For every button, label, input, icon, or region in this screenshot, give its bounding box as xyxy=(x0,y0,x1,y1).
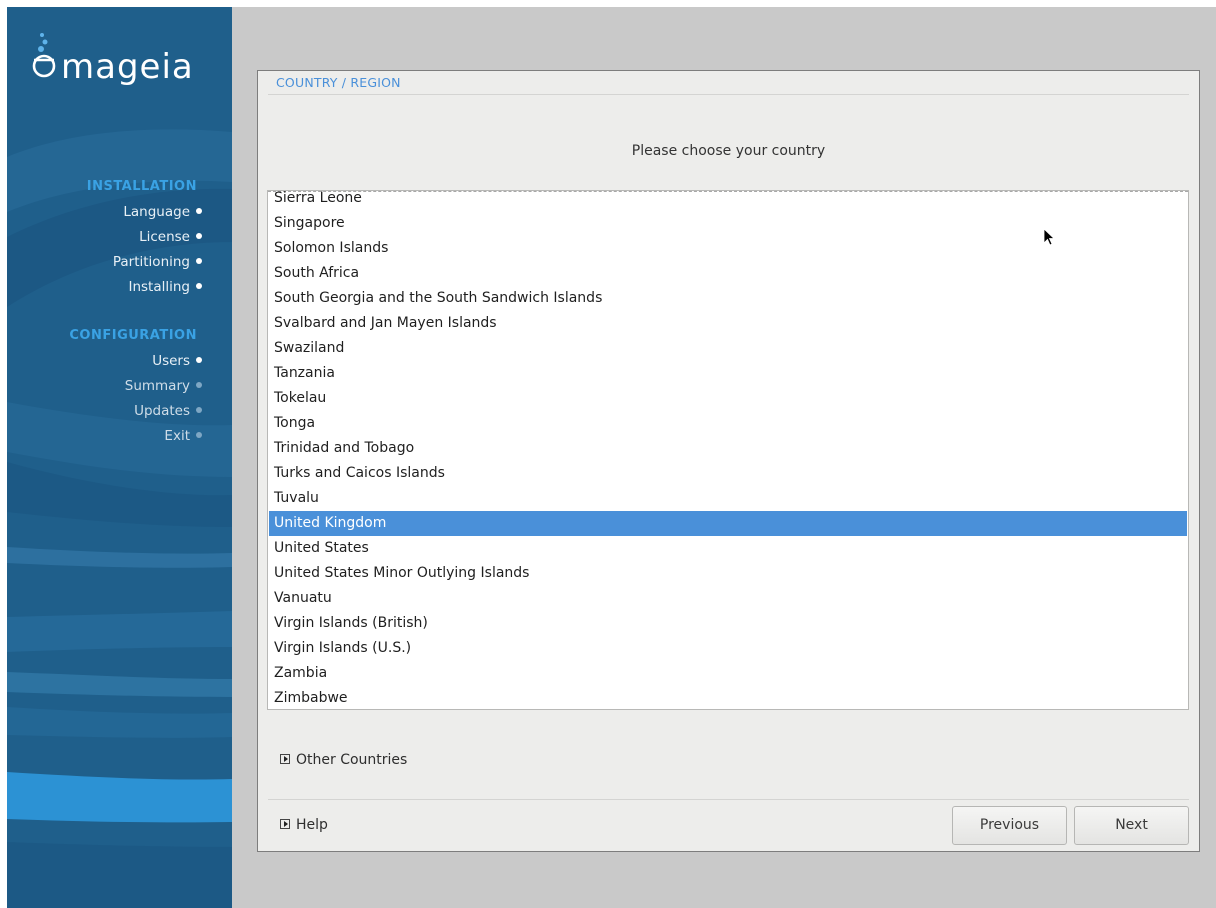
expand-arrow-icon xyxy=(280,819,290,829)
country-list-item[interactable]: Turks and Caicos Islands xyxy=(269,461,1187,486)
country-list-item[interactable]: United States Minor Outlying Islands xyxy=(269,561,1187,586)
country-list-item[interactable]: Vanuatu xyxy=(269,586,1187,611)
sidebar-section-configuration: CONFIGURATION xyxy=(69,328,197,343)
sidebar-item-license: License xyxy=(139,228,202,246)
step-pending-icon xyxy=(196,407,202,413)
country-list-item[interactable]: Tuvalu xyxy=(269,486,1187,511)
sidebar: mageia INSTALLATION Language License Par… xyxy=(7,7,232,908)
country-list-item[interactable]: Svalbard and Jan Mayen Islands xyxy=(269,311,1187,336)
help-label: Help xyxy=(296,817,328,833)
title-divider xyxy=(268,94,1189,95)
country-list-item[interactable]: Tanzania xyxy=(269,361,1187,386)
step-done-icon xyxy=(196,357,202,363)
sidebar-item-users: Users xyxy=(152,352,202,370)
country-list-item[interactable]: Trinidad and Tobago xyxy=(269,436,1187,461)
mouse-pointer-icon xyxy=(1043,228,1056,246)
sidebar-item-installing: Installing xyxy=(128,278,202,296)
country-list-item[interactable]: Sierra Leone xyxy=(269,191,1187,211)
step-pending-icon xyxy=(196,382,202,388)
sidebar-section-installation: INSTALLATION xyxy=(86,179,197,194)
bottom-divider xyxy=(268,799,1189,800)
country-list-item[interactable]: Zambia xyxy=(269,661,1187,686)
step-done-icon xyxy=(196,233,202,239)
country-list-item[interactable]: Swaziland xyxy=(269,336,1187,361)
mageia-cauldron-icon xyxy=(32,33,56,78)
country-list-item[interactable]: Virgin Islands (U.S.) xyxy=(269,636,1187,661)
sidebar-item-language: Language xyxy=(123,203,202,221)
country-list-item[interactable]: Tonga xyxy=(269,411,1187,436)
step-done-icon xyxy=(196,258,202,264)
sidebar-item-updates: Updates xyxy=(134,402,202,420)
expand-arrow-icon xyxy=(280,754,290,764)
sidebar-item-exit: Exit xyxy=(164,427,202,445)
previous-button[interactable]: Previous xyxy=(952,806,1067,845)
sidebar-item-summary: Summary xyxy=(125,377,202,395)
step-pending-icon xyxy=(196,432,202,438)
installer-screen: mageia INSTALLATION Language License Par… xyxy=(7,7,1216,908)
step-done-icon xyxy=(196,208,202,214)
country-list-item[interactable]: United States xyxy=(269,536,1187,561)
country-list[interactable]: Sierra Leone Singapore Solomon Islands Sout… xyxy=(267,190,1189,710)
other-countries-expander[interactable]: Other Countries xyxy=(280,751,407,769)
logo-wordmark: mageia xyxy=(61,47,194,87)
country-list-item[interactable]: Tokelau xyxy=(269,386,1187,411)
country-dialog: COUNTRY / REGION Please choose your coun… xyxy=(257,70,1200,852)
dialog-title: COUNTRY / REGION xyxy=(276,75,401,90)
help-expander[interactable]: Help xyxy=(280,816,328,834)
country-list-item[interactable]: South Georgia and the South Sandwich Isl… xyxy=(269,286,1187,311)
mageia-logo: mageia xyxy=(31,29,231,89)
country-list-item[interactable]: South Africa xyxy=(269,261,1187,286)
next-button[interactable]: Next xyxy=(1074,806,1189,845)
sidebar-background-art xyxy=(7,129,232,908)
sidebar-item-partitioning: Partitioning xyxy=(113,253,202,271)
other-countries-label: Other Countries xyxy=(296,752,408,768)
country-list-item[interactable]: Zimbabwe xyxy=(269,686,1187,709)
country-list-item[interactable]: United Kingdom xyxy=(269,511,1187,536)
country-list-item[interactable]: Virgin Islands (British) xyxy=(269,611,1187,636)
prompt-text: Please choose your country xyxy=(631,143,826,159)
step-done-icon xyxy=(196,283,202,289)
